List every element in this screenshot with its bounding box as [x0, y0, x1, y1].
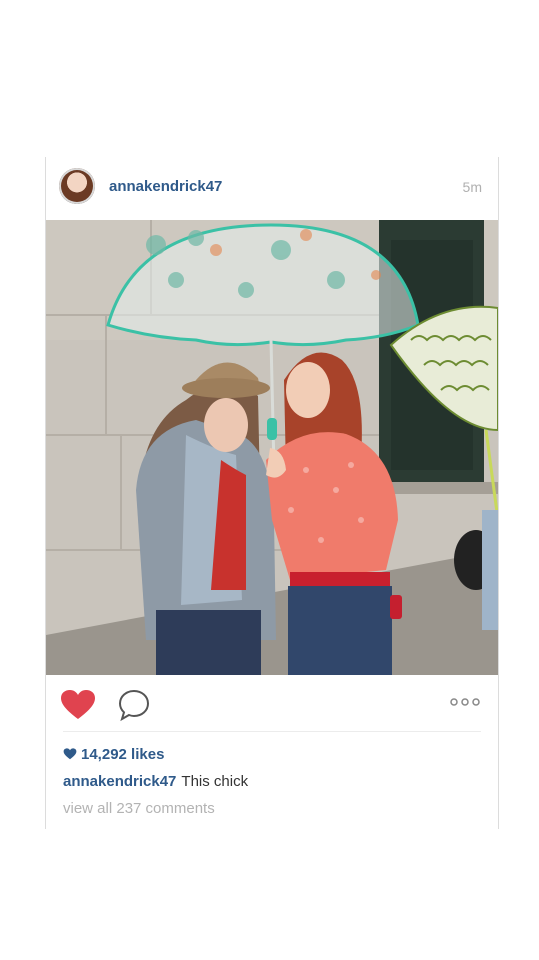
speech-bubble-icon[interactable] [117, 688, 151, 722]
post-username[interactable]: annakendrick47 [109, 178, 222, 195]
caption-username[interactable]: annakendrick47 [63, 773, 176, 790]
post-card: annakendrick47 5m 14,292 likes annakendr… [45, 157, 499, 829]
post-timestamp: 5m [462, 179, 482, 195]
caption-text: This chick [181, 773, 249, 790]
view-comments-link[interactable]: view all 237 comments [63, 800, 215, 817]
post-actions [46, 675, 498, 731]
heart-small-icon [63, 747, 77, 764]
more-dots-icon[interactable] [448, 695, 482, 709]
likes-text: 14,292 likes [81, 746, 165, 763]
likes-count[interactable]: 14,292 likes [63, 746, 164, 764]
heart-filled-icon[interactable] [60, 689, 96, 721]
post-photo[interactable] [46, 220, 498, 675]
post-header: annakendrick47 5m [46, 157, 498, 219]
divider [63, 731, 481, 732]
avatar[interactable] [59, 168, 95, 204]
caption: annakendrick47 This chick [63, 773, 248, 790]
